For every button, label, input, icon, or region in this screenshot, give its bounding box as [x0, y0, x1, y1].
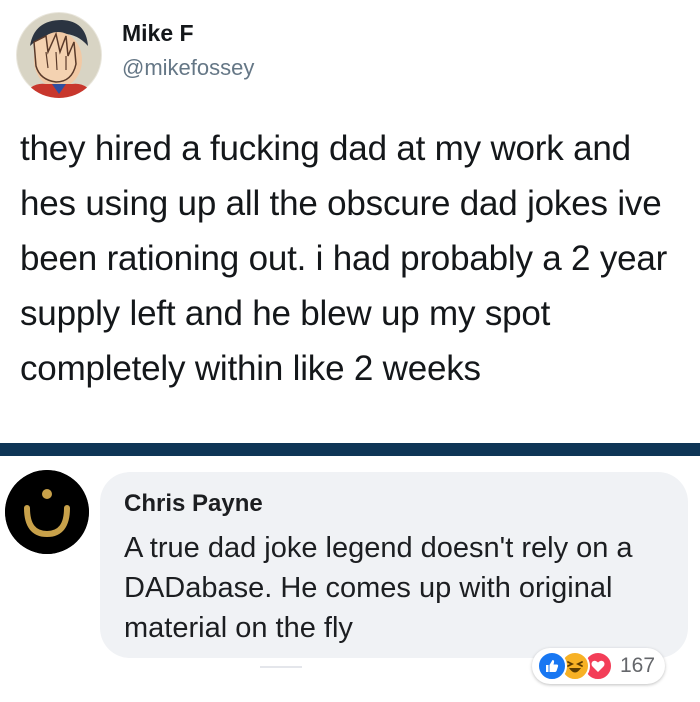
- tweet-text: they hired a fucking dad at my work and …: [20, 129, 668, 388]
- arabic-nun-icon: [5, 470, 89, 554]
- tweet-author-name[interactable]: Mike F: [122, 20, 194, 47]
- reaction-count: 167: [620, 654, 656, 677]
- section-divider: [0, 443, 700, 456]
- tweet-author-avatar[interactable]: [16, 12, 102, 98]
- tweet-card: Mike F @mikefossey they hired a fucking …: [0, 0, 700, 440]
- like-reaction-icon: [537, 651, 567, 681]
- faint-divider: [260, 666, 302, 668]
- comment-bubble: Chris Payne A true dad joke legend doesn…: [100, 472, 688, 658]
- comment-author-avatar[interactable]: [5, 470, 89, 554]
- reactions-summary[interactable]: 167: [532, 648, 666, 684]
- comment-section: Chris Payne A true dad joke legend doesn…: [0, 456, 700, 702]
- comment-text: A true dad joke legend doesn't rely on a…: [124, 532, 633, 644]
- tweet-author-handle[interactable]: @mikefossey: [122, 55, 254, 81]
- comment-author-name[interactable]: Chris Payne: [124, 490, 263, 518]
- facepalm-avatar-icon: [16, 12, 102, 98]
